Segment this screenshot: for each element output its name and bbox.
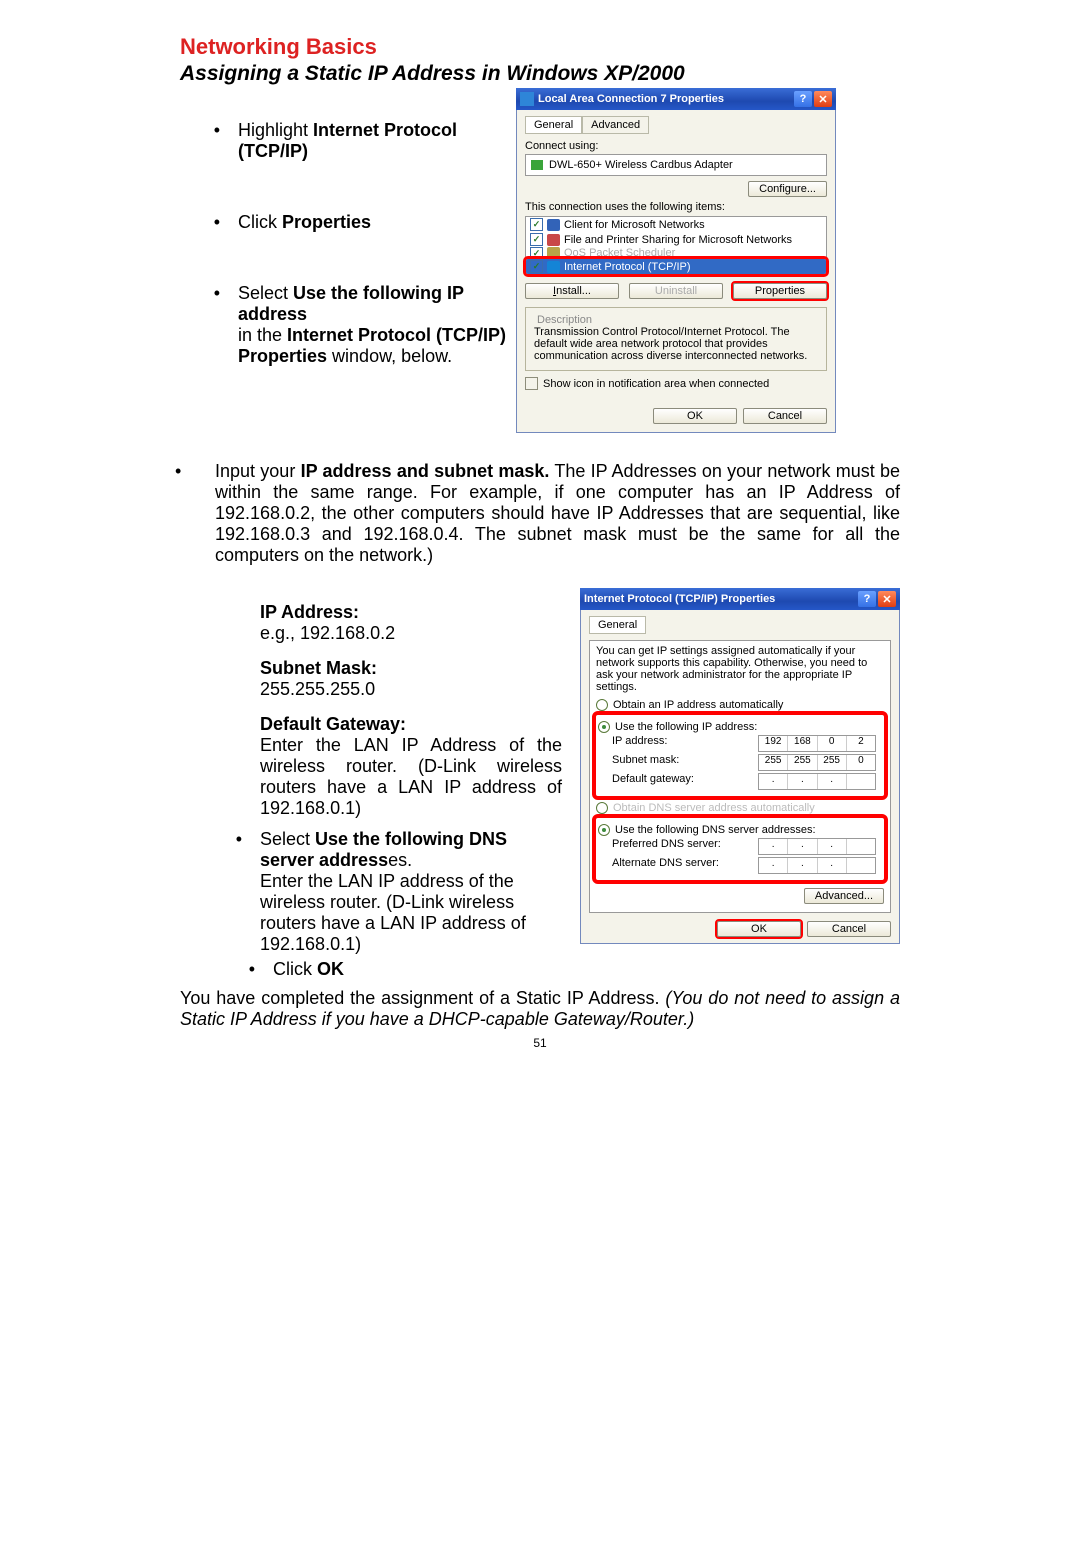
bullet-icon: • [215, 959, 273, 980]
radio-icon [596, 802, 608, 814]
connect-using-label: Connect using: [525, 140, 827, 152]
show-icon-label: Show icon in notification area when conn… [543, 378, 769, 390]
final-paragraph: You have completed the assignment of a S… [180, 988, 900, 1030]
tab-general[interactable]: General [525, 116, 582, 134]
checkbox-icon[interactable]: ✓ [530, 233, 543, 246]
item-qos: QoS Packet Scheduler [564, 247, 675, 259]
checkbox-icon[interactable]: ✓ [530, 218, 543, 231]
default-gateway-label: Default Gateway: [260, 714, 562, 735]
section-title: Networking Basics [180, 34, 900, 60]
cancel-button[interactable]: Cancel [807, 921, 891, 937]
description-group: Description Transmission Control Protoco… [525, 307, 827, 371]
properties-button[interactable]: Properties [733, 283, 827, 299]
dns-c: es. [388, 850, 412, 870]
bullet-icon: • [202, 829, 260, 955]
checkbox-icon[interactable]: ✓ [530, 247, 543, 259]
ip-settings-panel: You can get IP settings assigned automat… [589, 640, 891, 913]
instr-3e: window, below. [327, 346, 452, 366]
help-button[interactable]: ? [794, 91, 812, 107]
bullet-icon: • [180, 120, 238, 162]
ip-example: e.g., 192.168.0.2 [260, 623, 395, 643]
tcpip-icon [547, 261, 560, 273]
radio-icon[interactable] [596, 699, 608, 711]
network-icon [520, 92, 534, 106]
dialog-titlebar[interactable]: Local Area Connection 7 Properties ? ✕ [516, 88, 836, 110]
dialog-titlebar[interactable]: Internet Protocol (TCP/IP) Properties ? … [580, 588, 900, 610]
radio-obtain-ip[interactable]: Obtain an IP address automatically [596, 699, 884, 711]
qos-icon [547, 247, 560, 259]
dns-text: Enter the LAN IP address of the wireless… [260, 871, 562, 955]
item-fileprint: File and Printer Sharing for Microsoft N… [564, 234, 792, 246]
uninstall-button: Uninstall [629, 283, 723, 299]
instruction-list-1: • Highlight Internet Protocol (TCP/IP) •… [180, 86, 510, 433]
tcpip-blurb: You can get IP settings assigned automat… [596, 645, 884, 693]
ok-button[interactable]: OK [717, 921, 801, 937]
ok-button[interactable]: OK [653, 408, 737, 424]
install-button[interactable]: Install... [525, 283, 619, 299]
item-tcpip: Internet Protocol (TCP/IP) [564, 261, 691, 273]
instr-2b: Properties [282, 212, 371, 232]
radio-obtain-dns: Obtain DNS server address automatically [596, 802, 884, 814]
checkbox-icon[interactable]: ✓ [530, 260, 543, 273]
dialog-title: Internet Protocol (TCP/IP) Properties [584, 593, 856, 605]
bullet-icon: • [180, 283, 238, 367]
instr-3c: in the [238, 325, 287, 345]
close-button[interactable]: ✕ [814, 91, 832, 107]
tab-advanced[interactable]: Advanced [582, 116, 649, 134]
instr-1a: Highlight [238, 120, 313, 140]
section-subtitle: Assigning a Static IP Address in Windows… [180, 62, 900, 86]
page-number: 51 [180, 1036, 900, 1050]
subnet-mask-label: Subnet Mask: [260, 658, 562, 679]
close-button[interactable]: ✕ [878, 591, 896, 607]
subnet-mask-value: 255.255.255.0 [260, 679, 375, 699]
help-button[interactable]: ? [858, 591, 876, 607]
advanced-button[interactable]: Advanced... [804, 888, 884, 904]
instruction-list-2: IP Address: e.g., 192.168.0.2 Subnet Mas… [180, 578, 562, 955]
bullet-icon: • [180, 212, 238, 233]
show-icon-checkbox[interactable]: Show icon in notification area when conn… [525, 377, 827, 390]
dialog-tcpip-properties: Internet Protocol (TCP/IP) Properties ? … [580, 588, 900, 944]
dialog-connection-properties: Local Area Connection 7 Properties ? ✕ G… [516, 88, 836, 433]
client-icon [547, 219, 560, 231]
item-client: Client for Microsoft Networks [564, 219, 705, 231]
cancel-button[interactable]: Cancel [743, 408, 827, 424]
checkbox-icon[interactable] [525, 377, 538, 390]
ip-address-label: IP Address: [260, 602, 562, 623]
adapter-name: DWL-650+ Wireless Cardbus Adapter [549, 159, 733, 171]
default-gateway-text: Enter the LAN IP Address of the wireless… [260, 735, 562, 819]
items-list[interactable]: ✓ Client for Microsoft Networks ✓ File and… [525, 216, 827, 275]
tab-general[interactable]: General [589, 616, 646, 634]
item-tcpip-selected[interactable]: ✓ Internet Protocol (TCP/IP) [526, 259, 826, 274]
instr-2a: Click [238, 212, 282, 232]
items-label: This connection uses the following items… [525, 201, 827, 213]
description-legend: Description [534, 314, 595, 326]
instr-click-ok: • Click OK [215, 959, 900, 980]
dialog-title: Local Area Connection 7 Properties [538, 93, 792, 105]
para-input-ip: •Input your IP address and subnet mask. … [215, 461, 900, 566]
fileprint-icon [547, 234, 560, 246]
instr-3a: Select [238, 283, 293, 303]
dns-a: Select [260, 829, 315, 849]
configure-button[interactable]: Configure... [748, 181, 827, 197]
description-text: Transmission Control Protocol/Internet P… [534, 326, 818, 362]
adapter-icon [531, 160, 543, 170]
